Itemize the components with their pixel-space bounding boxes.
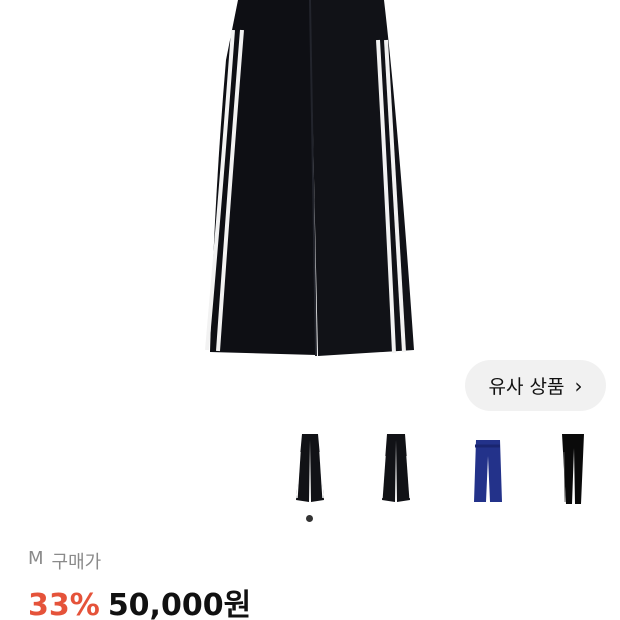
thumbnail-black-slim-pants[interactable]: [548, 432, 600, 506]
thumbnail-image: [381, 434, 411, 502]
thumbnail-black-wide-leg-2[interactable]: [370, 432, 422, 506]
thumbnail-image: [562, 434, 584, 504]
purchase-price-label: 구매가: [51, 552, 102, 573]
similar-products-label: 유사 상품: [488, 376, 565, 398]
thumbnail-image: [474, 440, 502, 502]
thumbnail-image: [296, 434, 324, 502]
price-row: 33% 50,000원: [28, 580, 251, 620]
similar-products-button[interactable]: 유사 상품 ›: [465, 360, 606, 411]
sale-price: 50,000원: [107, 588, 252, 620]
discount-rate: 33%: [28, 588, 100, 620]
carousel-indicator-dot: [306, 515, 313, 522]
thumbnail-blue-track-pants[interactable]: [462, 432, 514, 506]
size-label: M: [28, 548, 44, 569]
thumbnail-black-wide-leg-1[interactable]: [284, 432, 336, 506]
pants-illustration: [205, 0, 414, 357]
product-image: [0, 0, 620, 410]
chevron-right-icon: ›: [574, 373, 583, 398]
color-thumbnail-list: [0, 432, 620, 506]
price-caption: M 구매가: [28, 548, 101, 574]
